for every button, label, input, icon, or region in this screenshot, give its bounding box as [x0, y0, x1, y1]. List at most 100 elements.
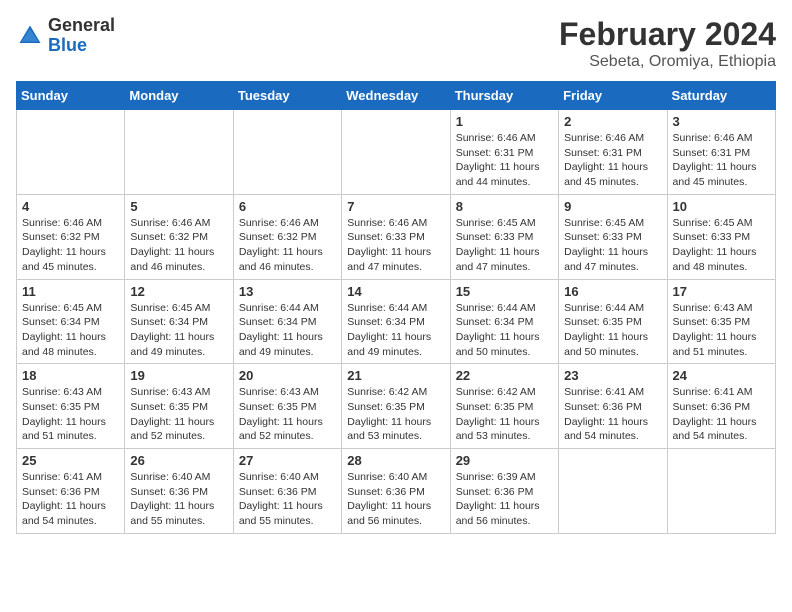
calendar-cell: 16Sunrise: 6:44 AM Sunset: 6:35 PM Dayli…: [559, 279, 667, 364]
calendar-cell: 2 Sunrise: 6:46 AM Sunset: 6:31 PM Daylig…: [559, 110, 667, 195]
day-number: 25: [22, 453, 119, 468]
day-info: Sunrise: 6:46 AM Sunset: 6:31 PM Dayligh…: [456, 131, 553, 190]
calendar-header-row: SundayMondayTuesdayWednesdayThursdayFrid…: [17, 82, 776, 110]
calendar-cell: 21Sunrise: 6:42 AM Sunset: 6:35 PM Dayli…: [342, 364, 450, 449]
day-number: 22: [456, 368, 553, 383]
calendar-week-row: 1 Sunrise: 6:46 AM Sunset: 6:31 PM Daylig…: [17, 110, 776, 195]
calendar-cell: 17 Sunrise: 6:43 AM Sunset: 6:35 PM Dayli…: [667, 279, 775, 364]
day-number: 17: [673, 284, 770, 299]
day-number: 13: [239, 284, 336, 299]
title-block: February 2024 Sebeta, Oromiya, Ethiopia: [559, 16, 776, 71]
day-info: Sunrise: 6:43 AM Sunset: 6:35 PM Dayligh…: [239, 385, 336, 444]
calendar-cell: 5 Sunrise: 6:46 AM Sunset: 6:32 PM Daylig…: [125, 194, 233, 279]
calendar-cell: 6 Sunrise: 6:46 AM Sunset: 6:32 PM Daylig…: [233, 194, 341, 279]
day-info: Sunrise: 6:45 AM Sunset: 6:34 PM Dayligh…: [130, 301, 227, 360]
logo-text: General Blue: [48, 16, 115, 56]
day-number: 23: [564, 368, 661, 383]
calendar-cell: 7 Sunrise: 6:46 AM Sunset: 6:33 PM Daylig…: [342, 194, 450, 279]
day-info: Sunrise: 6:46 AM Sunset: 6:31 PM Dayligh…: [673, 131, 770, 190]
calendar-cell: 28Sunrise: 6:40 AM Sunset: 6:36 PM Dayli…: [342, 449, 450, 534]
day-number: 26: [130, 453, 227, 468]
calendar-cell: 23 Sunrise: 6:41 AM Sunset: 6:36 PM Dayli…: [559, 364, 667, 449]
day-info: Sunrise: 6:42 AM Sunset: 6:35 PM Dayligh…: [456, 385, 553, 444]
day-number: 16: [564, 284, 661, 299]
calendar-cell: [559, 449, 667, 534]
day-number: 8: [456, 199, 553, 214]
day-info: Sunrise: 6:46 AM Sunset: 6:32 PM Dayligh…: [239, 216, 336, 275]
day-number: 4: [22, 199, 119, 214]
calendar-day-header: Thursday: [450, 82, 558, 110]
calendar-day-header: Monday: [125, 82, 233, 110]
calendar-day-header: Wednesday: [342, 82, 450, 110]
calendar-day-header: Tuesday: [233, 82, 341, 110]
location-subtitle: Sebeta, Oromiya, Ethiopia: [559, 53, 776, 71]
calendar-cell: 29Sunrise: 6:39 AM Sunset: 6:36 PM Dayli…: [450, 449, 558, 534]
day-number: 7: [347, 199, 444, 214]
calendar-cell: 20 Sunrise: 6:43 AM Sunset: 6:35 PM Dayli…: [233, 364, 341, 449]
day-info: Sunrise: 6:46 AM Sunset: 6:33 PM Dayligh…: [347, 216, 444, 275]
day-number: 3: [673, 114, 770, 129]
day-number: 14: [347, 284, 444, 299]
month-year-title: February 2024: [559, 16, 776, 53]
logo-blue-text: Blue: [48, 36, 115, 56]
calendar-cell: 10 Sunrise: 6:45 AM Sunset: 6:33 PM Dayli…: [667, 194, 775, 279]
calendar-cell: [233, 110, 341, 195]
calendar-cell: 25 Sunrise: 6:41 AM Sunset: 6:36 PM Dayli…: [17, 449, 125, 534]
day-info: Sunrise: 6:46 AM Sunset: 6:32 PM Dayligh…: [22, 216, 119, 275]
day-info: Sunrise: 6:40 AM Sunset: 6:36 PM Dayligh…: [130, 470, 227, 529]
calendar-week-row: 18 Sunrise: 6:43 AM Sunset: 6:35 PM Dayli…: [17, 364, 776, 449]
day-info: Sunrise: 6:41 AM Sunset: 6:36 PM Dayligh…: [673, 385, 770, 444]
calendar-cell: [342, 110, 450, 195]
logo-icon: [16, 22, 44, 50]
calendar-cell: 1 Sunrise: 6:46 AM Sunset: 6:31 PM Daylig…: [450, 110, 558, 195]
calendar-day-header: Saturday: [667, 82, 775, 110]
calendar-cell: 15Sunrise: 6:44 AM Sunset: 6:34 PM Dayli…: [450, 279, 558, 364]
day-number: 1: [456, 114, 553, 129]
day-info: Sunrise: 6:45 AM Sunset: 6:33 PM Dayligh…: [673, 216, 770, 275]
day-info: Sunrise: 6:45 AM Sunset: 6:33 PM Dayligh…: [456, 216, 553, 275]
day-info: Sunrise: 6:41 AM Sunset: 6:36 PM Dayligh…: [564, 385, 661, 444]
calendar-cell: [667, 449, 775, 534]
day-number: 6: [239, 199, 336, 214]
day-info: Sunrise: 6:46 AM Sunset: 6:32 PM Dayligh…: [130, 216, 227, 275]
day-number: 27: [239, 453, 336, 468]
calendar-cell: 19Sunrise: 6:43 AM Sunset: 6:35 PM Dayli…: [125, 364, 233, 449]
calendar-week-row: 25 Sunrise: 6:41 AM Sunset: 6:36 PM Dayli…: [17, 449, 776, 534]
day-number: 2: [564, 114, 661, 129]
day-info: Sunrise: 6:46 AM Sunset: 6:31 PM Dayligh…: [564, 131, 661, 190]
day-number: 28: [347, 453, 444, 468]
page-header: General Blue February 2024 Sebeta, Oromi…: [16, 16, 776, 71]
day-number: 5: [130, 199, 227, 214]
calendar-table: SundayMondayTuesdayWednesdayThursdayFrid…: [16, 81, 776, 534]
day-number: 18: [22, 368, 119, 383]
logo-general-text: General: [48, 16, 115, 36]
calendar-cell: 22 Sunrise: 6:42 AM Sunset: 6:35 PM Dayli…: [450, 364, 558, 449]
calendar-cell: 8 Sunrise: 6:45 AM Sunset: 6:33 PM Daylig…: [450, 194, 558, 279]
day-info: Sunrise: 6:45 AM Sunset: 6:33 PM Dayligh…: [564, 216, 661, 275]
day-info: Sunrise: 6:43 AM Sunset: 6:35 PM Dayligh…: [22, 385, 119, 444]
calendar-week-row: 11 Sunrise: 6:45 AM Sunset: 6:34 PM Dayli…: [17, 279, 776, 364]
calendar-cell: [125, 110, 233, 195]
calendar-cell: 18 Sunrise: 6:43 AM Sunset: 6:35 PM Dayli…: [17, 364, 125, 449]
day-number: 9: [564, 199, 661, 214]
day-info: Sunrise: 6:44 AM Sunset: 6:34 PM Dayligh…: [239, 301, 336, 360]
day-info: Sunrise: 6:41 AM Sunset: 6:36 PM Dayligh…: [22, 470, 119, 529]
day-info: Sunrise: 6:40 AM Sunset: 6:36 PM Dayligh…: [239, 470, 336, 529]
calendar-cell: 14Sunrise: 6:44 AM Sunset: 6:34 PM Dayli…: [342, 279, 450, 364]
calendar-cell: 3 Sunrise: 6:46 AM Sunset: 6:31 PM Daylig…: [667, 110, 775, 195]
calendar-cell: 24 Sunrise: 6:41 AM Sunset: 6:36 PM Dayli…: [667, 364, 775, 449]
calendar-cell: 13 Sunrise: 6:44 AM Sunset: 6:34 PM Dayli…: [233, 279, 341, 364]
day-info: Sunrise: 6:42 AM Sunset: 6:35 PM Dayligh…: [347, 385, 444, 444]
calendar-cell: 9 Sunrise: 6:45 AM Sunset: 6:33 PM Daylig…: [559, 194, 667, 279]
calendar-cell: 11Sunrise: 6:45 AM Sunset: 6:34 PM Dayli…: [17, 279, 125, 364]
calendar-cell: 26 Sunrise: 6:40 AM Sunset: 6:36 PM Dayli…: [125, 449, 233, 534]
calendar-cell: 27 Sunrise: 6:40 AM Sunset: 6:36 PM Dayli…: [233, 449, 341, 534]
logo: General Blue: [16, 16, 115, 56]
day-info: Sunrise: 6:43 AM Sunset: 6:35 PM Dayligh…: [673, 301, 770, 360]
day-number: 11: [22, 284, 119, 299]
day-number: 20: [239, 368, 336, 383]
day-number: 10: [673, 199, 770, 214]
day-number: 24: [673, 368, 770, 383]
day-number: 15: [456, 284, 553, 299]
calendar-cell: 4 Sunrise: 6:46 AM Sunset: 6:32 PM Daylig…: [17, 194, 125, 279]
